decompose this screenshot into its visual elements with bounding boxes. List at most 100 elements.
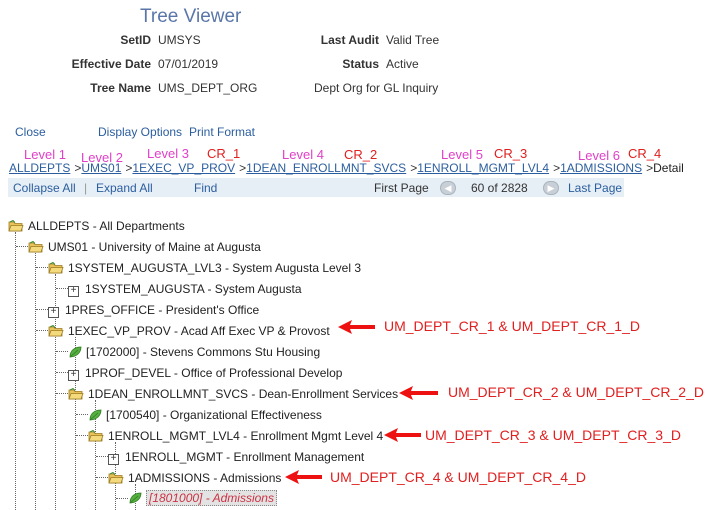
tree-node-enroll-mgmt[interactable]: +1ENROLL_MGMT - Enrollment Management xyxy=(108,449,364,465)
tree-node-alldepts[interactable]: ALLDEPTS - All Departments xyxy=(8,218,185,234)
tree-connector xyxy=(56,393,68,394)
breadcrumb-enroll-mgmt-lvl4[interactable]: 1ENROLL_MGMT_LVL4 xyxy=(417,161,549,175)
tree-node-1801000-selected[interactable]: [1801000] - Admissions xyxy=(128,490,277,506)
red-arrow-icon xyxy=(384,428,421,442)
tree-node-enroll-mgmt-lvl4[interactable]: 1ENROLL_MGMT_LVL4 - Enrollment Mgmt Leve… xyxy=(88,428,383,444)
close-link[interactable]: Close xyxy=(15,125,46,139)
tree-node-1700540[interactable]: [1700540] - Organizational Effectiveness xyxy=(88,407,322,423)
annotation-cr2: UM_DEPT_CR_2 & UM_DEPT_CR_2_D xyxy=(448,384,704,400)
tree-connector xyxy=(15,232,16,510)
next-page-button[interactable]: ▶ xyxy=(543,181,559,195)
tree-node-dean-enrollmnt-svcs[interactable]: 1DEAN_ENROLLMNT_SVCS - Dean-Enrollment S… xyxy=(68,386,398,402)
tree-node-label: 1DEAN_ENROLLMNT_SVCS - Dean-Enrollment S… xyxy=(88,387,399,401)
tree-connector xyxy=(96,477,108,478)
tree-node-prof-devel[interactable]: +1PROF_DEVEL - Office of Professional De… xyxy=(68,365,342,381)
toolbar-divider: | xyxy=(84,181,88,195)
last-audit-label: Last Audit xyxy=(320,33,379,47)
tree-node-label: 1EXEC_VP_PROV - Acad Aff Exec VP & Provo… xyxy=(68,324,330,338)
page-title: Tree Viewer xyxy=(140,6,242,27)
tree-connector xyxy=(36,309,48,310)
leaf-icon xyxy=(128,492,142,504)
open-folder-icon xyxy=(28,241,44,253)
tree-connector xyxy=(56,372,68,373)
tree-connector xyxy=(35,253,36,510)
tree-node-label: 1ADMISSIONS - Admissions xyxy=(128,471,282,485)
red-arrow-icon xyxy=(338,320,375,334)
tree-connector xyxy=(76,414,88,415)
setid-value: UMSYS xyxy=(158,33,201,47)
expand-plus-icon[interactable]: + xyxy=(48,307,59,318)
status-label: Status xyxy=(342,57,379,71)
red-arrow-icon xyxy=(399,386,438,400)
last-audit-value: Valid Tree xyxy=(386,33,440,47)
tree-node-label: 1SYSTEM_AUGUSTA_LVL3 - System Augusta Le… xyxy=(68,261,362,275)
level-5-label: Level 5 xyxy=(441,147,483,162)
effective-date-label: Effective Date xyxy=(71,57,151,71)
breadcrumb-exec-vp-prov[interactable]: 1EXEC_VP_PROV xyxy=(132,161,235,175)
page-count: 60 of 2828 xyxy=(471,181,528,195)
tree-connector xyxy=(56,351,68,352)
tree-node-label: UMS01 - University of Maine at Augusta xyxy=(48,240,261,254)
open-folder-icon xyxy=(88,430,104,442)
level-4-label: Level 4 xyxy=(282,147,324,162)
print-format-link[interactable]: Print Format xyxy=(189,125,255,139)
cr-1-label: CR_1 xyxy=(207,146,241,161)
tree-node-pres-office[interactable]: +1PRES_OFFICE - President's Office xyxy=(48,302,259,318)
expand-plus-icon[interactable]: + xyxy=(68,370,79,381)
open-folder-icon xyxy=(48,325,64,337)
setid-label: SetID xyxy=(120,33,151,47)
tree-node-label: 1PROF_DEVEL - Office of Professional Dev… xyxy=(85,366,343,380)
tree-connector xyxy=(16,246,28,247)
tree-node-1702000[interactable]: [1702000] - Stevens Commons Stu Housing xyxy=(68,344,320,360)
annotation-cr1: UM_DEPT_CR_1 & UM_DEPT_CR_1_D xyxy=(384,318,640,334)
expand-plus-icon[interactable]: + xyxy=(68,286,79,297)
annotation-cr3: UM_DEPT_CR_3 & UM_DEPT_CR_3_D xyxy=(425,427,681,443)
chevron-left-icon: ◀ xyxy=(444,183,452,193)
tree-connector xyxy=(75,337,76,510)
annotation-cr4: UM_DEPT_CR_4 & UM_DEPT_CR_4_D xyxy=(330,469,586,485)
tree-node-system-augusta-lvl3[interactable]: 1SYSTEM_AUGUSTA_LVL3 - System Augusta Le… xyxy=(48,260,361,276)
collapse-all-link[interactable]: Collapse All xyxy=(13,181,76,195)
leaf-icon xyxy=(88,409,102,421)
tree-description: Dept Org for GL Inquiry xyxy=(314,81,439,95)
tree-connector xyxy=(36,330,48,331)
last-page-link[interactable]: Last Page xyxy=(568,181,622,195)
tree-connector xyxy=(76,435,88,436)
effective-date-value: 07/01/2019 xyxy=(158,57,219,71)
cr-4-label: CR_4 xyxy=(628,146,662,161)
tree-node-exec-vp-prov[interactable]: 1EXEC_VP_PROV - Acad Aff Exec VP & Provo… xyxy=(48,323,330,339)
tree-node-label: 1ENROLL_MGMT_LVL4 - Enrollment Mgmt Leve… xyxy=(108,429,384,443)
find-link[interactable]: Find xyxy=(194,181,217,195)
tree-node-label: 1SYSTEM_AUGUSTA - System Augusta xyxy=(85,282,302,296)
chevron-right-icon: ▶ xyxy=(547,183,555,193)
breadcrumb: ALLDEPTS >UMS01 >1EXEC_VP_PROV >1DEAN_ENROL… xyxy=(9,161,684,175)
tree-connector xyxy=(116,498,128,499)
expand-all-link[interactable]: Expand All xyxy=(96,181,153,195)
breadcrumb-alldepts[interactable]: ALLDEPTS xyxy=(9,161,70,175)
previous-page-button[interactable]: ◀ xyxy=(440,181,456,195)
breadcrumb-ums01[interactable]: UMS01 xyxy=(81,161,121,175)
level-1-label: Level 1 xyxy=(24,147,66,162)
tree-node-ums01[interactable]: UMS01 - University of Maine at Augusta xyxy=(28,239,261,255)
open-folder-icon xyxy=(8,220,24,232)
breadcrumb-dean-enrollmnt-svcs[interactable]: 1DEAN_ENROLLMNT_SVCS xyxy=(246,161,406,175)
tree-name-label: Tree Name xyxy=(90,81,151,95)
cr-2-label: CR_2 xyxy=(344,147,378,162)
tree-connector xyxy=(36,267,48,268)
leaf-icon xyxy=(68,346,82,358)
tree-name-value: UMS_DEPT_ORG xyxy=(158,81,258,95)
tree-node-label: [1700540] - Organizational Effectiveness xyxy=(106,408,322,422)
display-options-link[interactable]: Display Options xyxy=(98,125,182,139)
cr-3-label: CR_3 xyxy=(494,146,528,161)
first-page-label: First Page xyxy=(374,181,429,195)
tree-connector xyxy=(96,456,108,457)
tree-node-system-augusta[interactable]: +1SYSTEM_AUGUSTA - System Augusta xyxy=(68,281,302,297)
tree-node-label: [1801000] - Admissions xyxy=(146,490,277,506)
status-value: Active xyxy=(386,57,419,71)
open-folder-icon xyxy=(108,472,124,484)
expand-plus-icon[interactable]: + xyxy=(108,454,119,465)
red-arrow-icon xyxy=(285,470,322,484)
tree-node-admissions[interactable]: 1ADMISSIONS - Admissions xyxy=(108,470,281,486)
open-folder-icon xyxy=(48,262,64,274)
breadcrumb-admissions[interactable]: 1ADMISSIONS xyxy=(560,161,642,175)
